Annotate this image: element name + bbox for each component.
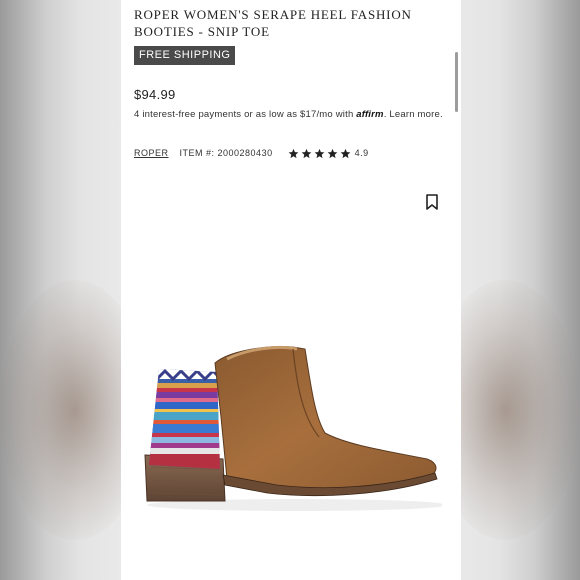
star-icon	[327, 148, 337, 158]
star-icon	[301, 148, 311, 158]
star-icon	[340, 148, 350, 158]
boot-illustration	[144, 345, 447, 511]
item-number: ITEM #: 2000280430	[179, 148, 273, 158]
product-price: $94.99	[134, 87, 176, 102]
product-title: ROPER WOMEN'S SERAPE HEEL FASHION BOOTIE…	[134, 7, 412, 39]
boot-upper	[214, 346, 437, 490]
scrollbar[interactable]	[455, 52, 458, 112]
brand-link[interactable]: ROPER	[134, 148, 169, 158]
affirm-logo: affirm	[356, 109, 384, 120]
star-icon	[314, 148, 324, 158]
learn-more-link[interactable]: Learn more.	[389, 109, 442, 120]
bookmark-icon[interactable]	[425, 194, 439, 210]
product-image[interactable]	[137, 237, 447, 517]
rating-stars[interactable]	[288, 148, 353, 159]
installments-info: 4 interest-free payments or as low as $1…	[134, 108, 452, 121]
product-meta: ROPER ITEM #: 2000280430 4.9	[134, 145, 454, 161]
installments-text: 4 interest-free payments or as low as $1…	[134, 109, 357, 120]
rating-value: 4.9	[354, 148, 369, 158]
free-shipping-badge: FREE SHIPPING	[134, 46, 236, 65]
star-icon	[288, 148, 298, 158]
